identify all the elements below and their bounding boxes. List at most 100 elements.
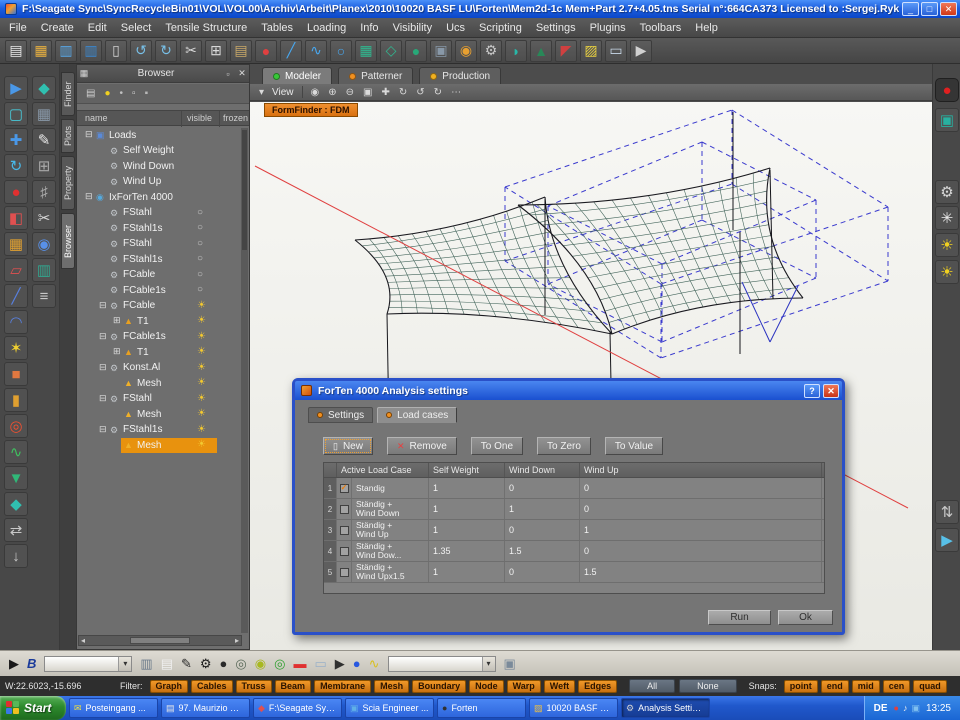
task-posteingang[interactable]: ✉Posteingang ...	[69, 698, 158, 718]
toolbar-play-button[interactable]: ▶	[630, 40, 652, 62]
visibility-sun-icon[interactable]: ☀	[197, 315, 206, 326]
panel-tab-browser[interactable]: Browser	[61, 213, 75, 269]
close-button[interactable]: ✕	[940, 2, 957, 16]
panel-tab-finder[interactable]: Finder	[61, 72, 75, 116]
panel-tab-plots[interactable]: Plots	[61, 119, 75, 153]
start-button[interactable]: Start	[0, 696, 66, 720]
visibility-sun-icon[interactable]: ☀	[197, 393, 206, 404]
filter-edges-button[interactable]: Edges	[578, 680, 617, 693]
float-icon[interactable]: ▪	[145, 88, 149, 99]
tool-cells-button[interactable]: ⊞	[32, 154, 56, 178]
filter-boundary-button[interactable]: Boundary	[412, 680, 466, 693]
toolbar-save-all-button[interactable]: ▥	[80, 40, 102, 62]
panel-close-icon[interactable]: ✕	[235, 68, 249, 79]
view-menu-label[interactable]: View	[272, 87, 294, 98]
visibility-sun-icon[interactable]: ☀	[197, 424, 206, 435]
to-zero-button[interactable]: To Zero	[537, 437, 591, 455]
filter-membrane-button[interactable]: Membrane	[314, 680, 371, 693]
tool-fill-button[interactable]: ▥	[32, 258, 56, 282]
tool-move-button[interactable]: ✚	[4, 128, 28, 152]
task-scia-engineer[interactable]: ▣Scia Engineer ...	[345, 698, 434, 718]
load-case-row-3[interactable]: 3Ständig + Wind Up101	[324, 520, 824, 541]
tool-record-button[interactable]: ●	[935, 78, 959, 102]
filter-node-button[interactable]: Node	[469, 680, 504, 693]
network-icon[interactable]: ▣	[911, 703, 920, 714]
load-case-checkbox[interactable]	[340, 526, 349, 535]
ok-button[interactable]: Ok	[778, 610, 833, 625]
toolbar-tree-tool-button[interactable]: ▲	[530, 40, 552, 62]
expand-collapse-icon[interactable]: ⊟	[99, 424, 107, 435]
tool-torus-button[interactable]: ◎	[4, 414, 28, 438]
visibility-sun-icon[interactable]: ☀	[197, 362, 206, 373]
snap-cen-button[interactable]: cen	[883, 680, 911, 693]
view-next-icon[interactable]: ↻	[434, 87, 442, 98]
tree-row-loads[interactable]: ⊟▣Loads	[77, 128, 249, 144]
dialog-help-button[interactable]: ?	[804, 384, 820, 398]
panel-grid-icon[interactable]: ▦	[77, 68, 91, 79]
tool-plane-button[interactable]: ▱	[4, 258, 28, 282]
tool-spring-button[interactable]: ∿	[4, 440, 28, 464]
expand-collapse-icon[interactable]: ⊟	[85, 191, 93, 202]
wave-icon[interactable]: ∿	[369, 656, 380, 672]
toolbar-redo-button[interactable]: ↻	[155, 40, 177, 62]
toolbar-paste-button[interactable]: ▤	[230, 40, 252, 62]
tool-cylinder-button[interactable]: ▮	[4, 388, 28, 412]
red-dash-icon[interactable]: ▬	[293, 656, 306, 671]
language-indicator[interactable]: DE	[874, 703, 888, 714]
panel-icon[interactable]: ▣	[504, 656, 516, 672]
view-dropdown-icon[interactable]: ▾	[259, 87, 264, 98]
tool-star-button[interactable]: ✶	[4, 336, 28, 360]
target-icon[interactable]: ◎	[274, 656, 285, 672]
filter-graph-button[interactable]: Graph	[150, 680, 189, 693]
menu-item-tensile-structure[interactable]: Tensile Structure	[158, 18, 254, 38]
toolbar-camera-button[interactable]: ▣	[430, 40, 452, 62]
panel-tab-property[interactable]: Property	[61, 156, 75, 210]
tool-array-button[interactable]: ▦	[4, 232, 28, 256]
toolbar-fin-button[interactable]: ◗	[505, 40, 527, 62]
menu-item-tables[interactable]: Tables	[254, 18, 300, 38]
pin-icon[interactable]: •	[120, 88, 124, 99]
filter-none-button[interactable]: None	[679, 679, 737, 693]
tool-arc-button[interactable]: ◠	[4, 310, 28, 334]
tree-row-fstahl1s[interactable]: ⊟⚙FStahl1s☀	[77, 423, 249, 439]
menu-item-file[interactable]: File	[2, 18, 34, 38]
visibility-sun-icon[interactable]: ☀	[197, 408, 206, 419]
shading-icon[interactable]: ◉	[311, 87, 320, 98]
minimize-button[interactable]: _	[902, 2, 919, 16]
load-case-row-4[interactable]: 4Ständig + Wind Dow...1.351.50	[324, 541, 824, 562]
toolbar-surface-button[interactable]: ◇	[380, 40, 402, 62]
menu-item-help[interactable]: Help	[688, 18, 725, 38]
toolbar-mesh-tool-button[interactable]: ▦	[355, 40, 377, 62]
brand-b-icon[interactable]: B	[27, 656, 36, 671]
menu-item-scripting[interactable]: Scripting	[472, 18, 529, 38]
tool-select-button[interactable]: ▶	[4, 76, 28, 100]
toolbar-save-button[interactable]: ▥	[55, 40, 77, 62]
tool-swap-button[interactable]: ⇄	[4, 518, 28, 542]
filter-weft-button[interactable]: Weft	[544, 680, 575, 693]
toolbar-render-button[interactable]: ◉	[455, 40, 477, 62]
tool-settings-button[interactable]: ⚙	[935, 180, 959, 204]
tool-mirror-button[interactable]: ◧	[4, 206, 28, 230]
panel-options-icon[interactable]: ▫	[221, 69, 235, 79]
more-options-icon[interactable]: ⋯	[451, 87, 461, 98]
tree-row-fstahl1s[interactable]: ⚙FStahl1s○	[77, 221, 249, 237]
snap-quad-button[interactable]: quad	[913, 680, 947, 693]
menu-item-ucs[interactable]: Ucs	[439, 18, 472, 38]
tree-row-fstahl[interactable]: ⊟⚙FStahl☀	[77, 392, 249, 408]
tree-vertical-scrollbar[interactable]	[241, 128, 248, 633]
tree-row-fcable[interactable]: ⊟⚙FCable☀	[77, 299, 249, 315]
visibility-ring-icon[interactable]: ○	[197, 238, 203, 249]
snap-end-button[interactable]: end	[821, 680, 849, 693]
cursor-icon[interactable]: ▶	[335, 656, 345, 672]
visibility-ring-icon[interactable]: ○	[197, 207, 203, 218]
task-f-seagate-syn[interactable]: ◆F:\Seagate Syn...	[253, 698, 342, 718]
tree-row-wind-up[interactable]: ⚙Wind Up	[77, 175, 249, 191]
to-value-button[interactable]: To Value	[605, 437, 663, 455]
toolbar-sphere-button[interactable]: ●	[405, 40, 427, 62]
tool-light-2-button[interactable]: ☀	[935, 260, 959, 284]
expand-expand-icon[interactable]: ⊞	[113, 346, 121, 357]
expand-collapse-icon[interactable]: ⊟	[99, 331, 107, 342]
knob-icon[interactable]: ●	[220, 656, 228, 671]
toolbar-palette-button[interactable]: ▨	[580, 40, 602, 62]
tree-horizontal-scrollbar[interactable]: ◂ ▸	[78, 635, 242, 646]
